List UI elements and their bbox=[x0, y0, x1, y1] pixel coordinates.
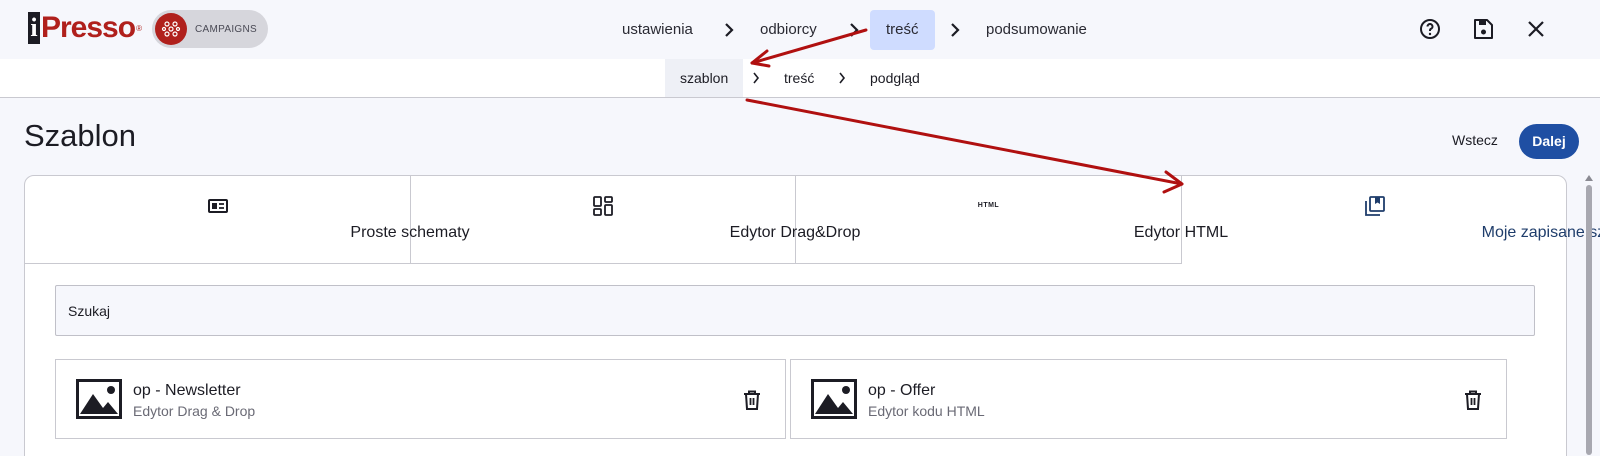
chevron-right-icon bbox=[951, 23, 960, 37]
page-title: Szablon bbox=[24, 118, 137, 153]
image-placeholder-icon bbox=[76, 379, 122, 419]
search-input[interactable] bbox=[55, 285, 1535, 336]
sub-step-preview[interactable]: podgląd bbox=[870, 59, 920, 97]
template-type: Edytor kodu HTML bbox=[868, 403, 985, 419]
sub-steps-bar: szablon treść podgląd bbox=[0, 59, 1600, 98]
template-card[interactable]: op - Offer Edytor kodu HTML bbox=[790, 359, 1507, 439]
tab-my-saved-templates[interactable]: Moje zapisane szablony bbox=[1182, 176, 1600, 264]
template-name: op - Newsletter bbox=[133, 382, 241, 399]
step-settings[interactable]: ustawienia bbox=[622, 10, 693, 50]
scrollbar[interactable] bbox=[1584, 175, 1594, 456]
template-type: Edytor Drag & Drop bbox=[133, 403, 256, 419]
chevron-right-icon bbox=[839, 72, 846, 84]
step-recipients[interactable]: odbiorcy bbox=[760, 10, 817, 50]
chevron-right-icon bbox=[753, 72, 760, 84]
dashboard-icon bbox=[593, 196, 613, 216]
top-bar: i Presso ® CAMPAIGNS ustawienia odbiorcy… bbox=[0, 0, 1600, 59]
template-tabs: Proste schematy Edytor Drag&Drop HTML Ed… bbox=[25, 176, 1600, 264]
help-icon[interactable] bbox=[1418, 17, 1442, 41]
trash-icon[interactable] bbox=[742, 389, 762, 411]
sub-step-content[interactable]: treść bbox=[784, 59, 814, 97]
tab-html-editor[interactable]: HTML Edytor HTML bbox=[796, 176, 1228, 264]
template-name: op - Offer bbox=[868, 382, 936, 399]
image-placeholder-icon bbox=[811, 379, 857, 419]
chevron-right-icon bbox=[850, 23, 859, 37]
tab-simple-schemes[interactable]: Proste schematy bbox=[25, 176, 470, 264]
layout-icon bbox=[207, 199, 228, 213]
html-icon: HTML bbox=[977, 202, 1000, 209]
template-panel: Proste schematy Edytor Drag&Drop HTML Ed… bbox=[24, 175, 1600, 456]
step-content[interactable]: treść bbox=[870, 10, 935, 50]
template-card[interactable]: op - Newsletter Edytor Drag & Drop bbox=[55, 359, 786, 439]
tab-label: Moje zapisane szablony bbox=[1481, 224, 1600, 241]
saved-templates-icon bbox=[1364, 196, 1385, 216]
tab-drag-drop-editor[interactable]: Edytor Drag&Drop bbox=[411, 176, 860, 264]
next-button[interactable]: Dalej bbox=[1519, 124, 1579, 159]
wizard-steps: ustawienia odbiorcy treść podsumowanie bbox=[0, 10, 1600, 50]
trash-icon[interactable] bbox=[1463, 389, 1483, 411]
sub-step-template[interactable]: szablon bbox=[665, 59, 744, 97]
back-button[interactable]: Wstecz bbox=[1452, 132, 1498, 148]
step-summary[interactable]: podsumowanie bbox=[986, 10, 1087, 50]
save-icon[interactable] bbox=[1471, 17, 1495, 41]
chevron-right-icon bbox=[725, 23, 734, 37]
close-icon[interactable] bbox=[1524, 17, 1548, 41]
